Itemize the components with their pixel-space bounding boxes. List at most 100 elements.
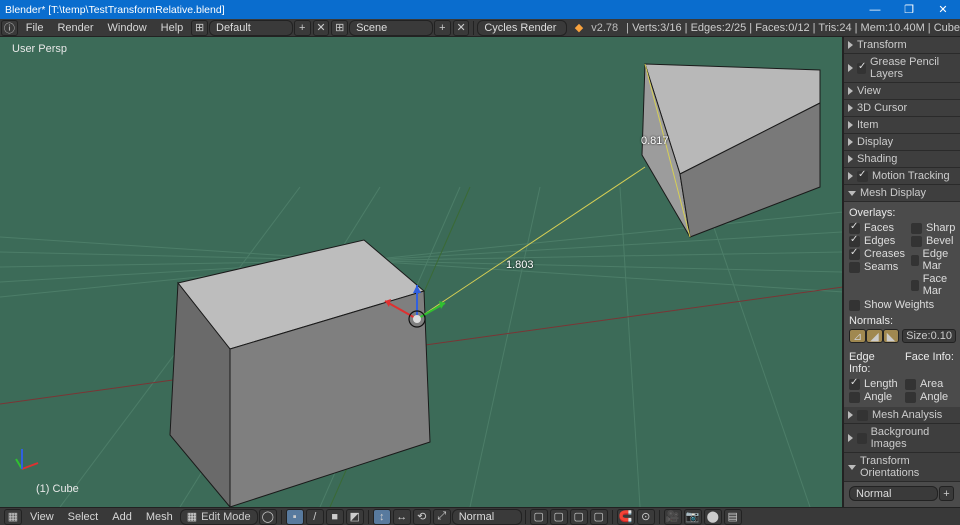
chk-show-weights[interactable] (849, 300, 860, 311)
chk-facemar[interactable] (911, 280, 919, 291)
normals-size-field[interactable]: Size:0.10 (902, 329, 956, 343)
chk-length[interactable] (849, 379, 860, 390)
normals-btn-3[interactable]: ◣ (883, 329, 899, 343)
panel-transform-orientations[interactable]: Transform Orientations (844, 453, 960, 482)
manipulator-scale-icon[interactable]: ⤢ (433, 509, 451, 525)
chk-edge-angle[interactable] (849, 392, 860, 403)
snap-element-icon[interactable]: ⊙ (637, 509, 655, 525)
normals-btn-1[interactable]: ⊿ (849, 329, 866, 343)
menu-help[interactable]: Help (154, 22, 191, 34)
screen-layout-icon[interactable]: ⊞ (191, 20, 208, 36)
misc-icon[interactable]: ▤ (724, 509, 742, 525)
panel-item[interactable]: Item (844, 117, 960, 134)
panel-display-label: Display (857, 136, 893, 148)
lbl-creases: Creases (864, 248, 905, 260)
scene-del-icon[interactable]: ✕ (453, 20, 470, 36)
lbl-edgemar: Edge Mar (923, 248, 956, 272)
maximize-button[interactable]: ❐ (892, 0, 926, 19)
shading-mode-icon[interactable]: ◯ (259, 509, 277, 525)
mesh-analysis-check[interactable] (857, 410, 868, 421)
layers-2-icon[interactable]: ▢ (550, 509, 568, 525)
grease-check-icon[interactable] (857, 63, 866, 74)
properties-sidebar: Transform Grease Pencil Layers View 3D C… (843, 37, 960, 507)
lbl-edge-angle: Angle (864, 391, 892, 403)
separator (473, 21, 474, 35)
layout-add-icon[interactable]: + (294, 20, 311, 36)
panel-display[interactable]: Display (844, 134, 960, 151)
window-title: Blender* [T:\temp\TestTransformRelative.… (5, 4, 225, 16)
limit-selection-icon[interactable]: ◩ (346, 509, 364, 525)
chk-sharp[interactable] (911, 223, 922, 234)
layout-field[interactable]: Default (209, 20, 293, 36)
edge-length-1: 1.803 (506, 259, 534, 271)
layout-del-icon[interactable]: ✕ (313, 20, 330, 36)
chk-bevel[interactable] (911, 236, 922, 247)
panel-motion-tracking[interactable]: Motion Tracking (844, 168, 960, 185)
snap-toggle-icon[interactable]: 🧲 (617, 509, 635, 525)
render-engine-select[interactable]: Cycles Render (477, 20, 566, 36)
panel-3d-cursor[interactable]: 3D Cursor (844, 100, 960, 117)
editor-type-3dview-icon[interactable]: ▦ (4, 509, 22, 525)
menu-mesh[interactable]: Mesh (139, 511, 180, 523)
render-preview-icon[interactable]: 🎥 (664, 509, 682, 525)
layers-1-icon[interactable]: ▢ (530, 509, 548, 525)
menu-select[interactable]: Select (61, 511, 106, 523)
lbl-facemar: Face Mar (923, 273, 956, 297)
menu-add[interactable]: Add (105, 511, 139, 523)
blender-logo-icon: ◆ (575, 21, 583, 34)
menu-file[interactable]: File (19, 22, 51, 34)
render-border-icon[interactable]: 📷 (684, 509, 702, 525)
chk-edges[interactable] (849, 236, 860, 247)
scene-add-icon[interactable]: + (434, 20, 451, 36)
manipulator-translate-icon[interactable]: ↔ (393, 509, 411, 525)
orientation-select[interactable]: Normal (849, 486, 938, 501)
panel-item-label: Item (857, 119, 878, 131)
proportional-icon[interactable]: ⬤ (704, 509, 722, 525)
edge-select-icon[interactable]: / (306, 509, 324, 525)
bg-images-check[interactable] (857, 433, 867, 444)
layers-3-icon[interactable]: ▢ (570, 509, 588, 525)
3d-viewport[interactable]: User Persp (0, 37, 843, 507)
chk-faces[interactable] (849, 223, 860, 234)
lbl-edges: Edges (864, 235, 895, 247)
orientation-add-icon[interactable]: + (939, 486, 954, 501)
lbl-seams: Seams (864, 261, 898, 273)
panel-mesh-display[interactable]: Mesh Display (844, 185, 960, 202)
face-select-icon[interactable]: ■ (326, 509, 344, 525)
chk-seams[interactable] (849, 262, 860, 273)
manipulator-toggle-icon[interactable]: ↕ (373, 509, 391, 525)
panel-view[interactable]: View (844, 83, 960, 100)
lbl-length: Length (864, 378, 898, 390)
chk-area[interactable] (905, 379, 916, 390)
orientation-dropdown[interactable]: Normal (452, 509, 522, 525)
mode-label: Edit Mode (201, 511, 251, 523)
panel-grease-pencil[interactable]: Grease Pencil Layers (844, 54, 960, 83)
chk-edgemar[interactable] (911, 255, 919, 266)
editor-type-icon[interactable]: ⓘ (1, 20, 18, 36)
scene-browse-icon[interactable]: ⊞ (331, 20, 348, 36)
mesh-display-body: Overlays: Faces Edges Creases Seams Shar… (844, 202, 960, 407)
menu-render[interactable]: Render (50, 22, 100, 34)
layers-4-icon[interactable]: ▢ (590, 509, 608, 525)
chk-creases[interactable] (849, 249, 860, 260)
manipulator-rotate-icon[interactable]: ⟲ (413, 509, 431, 525)
scene-field[interactable]: Scene (349, 20, 433, 36)
panel-shading[interactable]: Shading (844, 151, 960, 168)
chk-face-angle[interactable] (905, 392, 916, 403)
motion-check-icon[interactable] (857, 171, 868, 182)
normals-btn-2[interactable]: ◢ (866, 329, 882, 343)
panel-shading-label: Shading (857, 153, 897, 165)
close-button[interactable]: ✕ (926, 0, 960, 19)
panel-bg-images[interactable]: Background Images (844, 424, 960, 453)
panel-mesh-analysis[interactable]: Mesh Analysis (844, 407, 960, 424)
lbl-face-angle: Angle (920, 391, 948, 403)
mode-select[interactable]: ▦ Edit Mode (180, 509, 258, 525)
edge-length-2: 0.817 (641, 135, 669, 147)
menu-window[interactable]: Window (101, 22, 154, 34)
minimize-button[interactable]: — (858, 0, 892, 19)
panel-transform[interactable]: Transform (844, 37, 960, 54)
menu-view[interactable]: View (23, 511, 61, 523)
panel-grease-label: Grease Pencil Layers (870, 56, 956, 80)
panel-view-label: View (857, 85, 881, 97)
vertex-select-icon[interactable]: ▪ (286, 509, 304, 525)
